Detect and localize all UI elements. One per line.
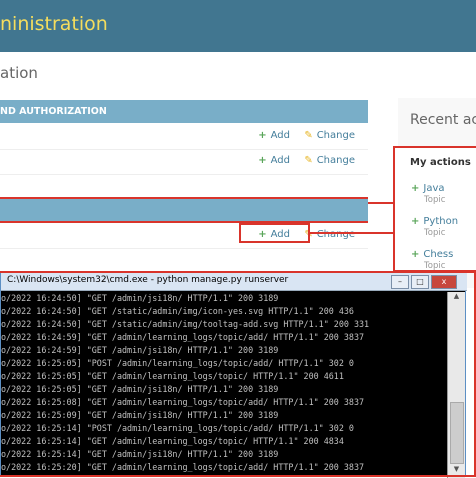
auth-module-caption-label[interactable]: ND AUTHORIZATION (0, 106, 107, 117)
log-line: o/2022 16:25:14] "GET /admin/jsi18n/ HTT… (1, 449, 279, 459)
log-line: o/2022 16:24:59] "GET /admin/learning_lo… (1, 332, 365, 342)
connector-line (368, 202, 393, 204)
log-line: o/2022 16:24:50] "GET /admin/jsi18n/ HTT… (1, 293, 279, 303)
recent-action-item[interactable]: + Java Topic (411, 183, 445, 205)
add-highlight-box (239, 223, 310, 243)
admin-header: ninistration (0, 0, 476, 52)
close-button[interactable]: x (431, 275, 457, 289)
site-header-title[interactable]: ninistration (0, 13, 108, 35)
add-link[interactable]: + Add (258, 130, 290, 141)
page-title: ation (0, 64, 38, 82)
addition-icon: + (411, 249, 420, 260)
vertical-scrollbar[interactable]: ▲ ▼ (447, 292, 465, 478)
recent-action-item[interactable]: + Python Topic (411, 216, 458, 238)
log-line: o/2022 16:24:50] "GET /static/admin/img/… (1, 319, 370, 329)
log-line: o/2022 16:25:14] "GET /admin/learning_lo… (1, 436, 344, 446)
plus-icon: + (258, 155, 267, 166)
cmd-window-title: C:\Windows\system32\cmd.exe - python man… (7, 275, 289, 285)
log-line: o/2022 16:25:05] "POST /admin/learning_l… (1, 358, 354, 368)
addition-icon: + (411, 216, 420, 227)
change-link[interactable]: ✎ Change (304, 155, 355, 166)
highlight-line (0, 197, 368, 199)
auth-module-caption[interactable]: ND AUTHORIZATION (0, 100, 368, 123)
cmd-titlebar[interactable]: C:\Windows\system32\cmd.exe - python man… (1, 273, 467, 291)
log-line: o/2022 16:24:59] "GET /admin/jsi18n/ HTT… (1, 345, 279, 355)
change-topic-link[interactable]: ✎ Change (304, 229, 355, 240)
change-link[interactable]: ✎ Change (304, 130, 355, 141)
log-line: o/2022 16:25:08] "GET /admin/learning_lo… (1, 397, 365, 407)
log-line: o/2022 16:25:14] "POST /admin/learning_l… (1, 423, 354, 433)
log-line: o/2022 16:24:50] "GET /static/admin/img/… (1, 306, 354, 316)
cmd-window: C:\Windows\system32\cmd.exe - python man… (0, 272, 467, 478)
scroll-down-icon[interactable]: ▼ (448, 465, 465, 478)
content-type-label: Topic (424, 228, 446, 238)
recent-actions-title: Recent act (410, 112, 476, 128)
pencil-icon: ✎ (304, 155, 313, 166)
add-link[interactable]: + Add (258, 155, 290, 166)
model-row-topics: + Add ✎ Change (0, 223, 368, 249)
connector-line (310, 232, 393, 234)
minimize-button[interactable]: – (391, 275, 409, 289)
model-row-users: + Add ✎ Change (0, 149, 368, 175)
content-type-label: Topic (424, 261, 446, 271)
addition-icon: + (411, 183, 420, 194)
my-actions-heading: My actions (410, 157, 471, 168)
scroll-up-icon[interactable]: ▲ (448, 292, 465, 305)
cmd-output[interactable]: o/2022 16:24:50] "GET /admin/jsi18n/ HTT… (1, 292, 446, 478)
my-actions-box: My actions + Java Topic + Python Topic + Ch… (393, 146, 476, 272)
content-type-label: Topic (424, 195, 446, 205)
plus-icon: + (258, 130, 267, 141)
highlight-line (0, 221, 368, 223)
maximize-button[interactable]: □ (411, 275, 429, 289)
log-line: o/2022 16:25:09] "GET /admin/jsi18n/ HTT… (1, 410, 279, 420)
log-line: o/2022 16:25:20] "GET /admin/learning_lo… (1, 462, 365, 472)
log-line: o/2022 16:25:05] "GET /admin/jsi18n/ HTT… (1, 384, 279, 394)
scroll-thumb[interactable] (450, 402, 464, 464)
recent-action-item[interactable]: + Chess Topic (411, 249, 453, 271)
log-line: o/2022 16:25:05] "GET /admin/learning_lo… (1, 371, 344, 381)
pencil-icon: ✎ (304, 130, 313, 141)
learning-logs-module-caption[interactable] (0, 199, 368, 222)
model-row-groups: + Add ✎ Change (0, 124, 368, 150)
